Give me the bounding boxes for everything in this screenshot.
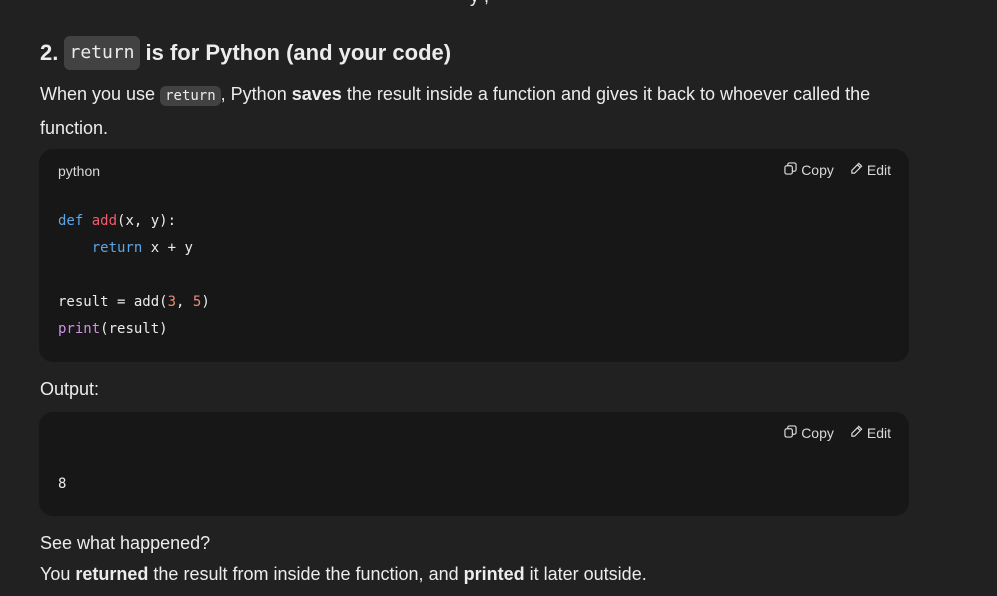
copy-button[interactable]: Copy xyxy=(784,162,834,178)
heading-inline-code: return xyxy=(64,36,140,70)
summary-text-2: the result from inside the function, and xyxy=(153,564,459,584)
intro-text-2: , Python xyxy=(220,84,287,104)
code-text: (result) xyxy=(100,321,168,337)
edit-button[interactable]: Edit xyxy=(850,162,891,178)
intro-bold: saves xyxy=(291,84,342,104)
copy-label: Copy xyxy=(801,162,834,178)
code-text: , xyxy=(176,294,193,310)
code-block-header: Copy Edit xyxy=(39,412,909,456)
heading-number: 2. xyxy=(40,40,59,65)
code-actions: Copy Edit xyxy=(784,162,891,178)
previous-text-fragment: y , xyxy=(470,0,489,7)
code-number: 3 xyxy=(167,294,177,310)
copy-button[interactable]: Copy xyxy=(784,425,834,441)
copy-label: Copy xyxy=(801,425,834,441)
code-text: x + y xyxy=(142,240,193,256)
section-heading: 2. return is for Python (and your code) xyxy=(40,36,451,70)
see-what-paragraph: See what happened? xyxy=(40,533,211,553)
code-text: result = add( xyxy=(58,294,168,310)
summary-paragraph: You returned the result from inside the … xyxy=(40,558,647,590)
code-keyword: return xyxy=(91,240,143,256)
edit-button[interactable]: Edit xyxy=(850,425,891,441)
output-content: 8 xyxy=(58,476,67,492)
intro-text-1: When you use xyxy=(40,84,156,104)
edit-icon xyxy=(850,425,863,441)
summary-text-1: You xyxy=(40,564,71,584)
code-block-output: Copy Edit 8 xyxy=(39,412,909,516)
output-label: Output: xyxy=(40,379,100,399)
code-block-python: python Copy Edit def add(x, y): return x… xyxy=(39,149,909,362)
copy-icon xyxy=(784,425,797,441)
code-content: def add(x, y): return x + y result = add… xyxy=(58,208,210,343)
intro-inline-code: return xyxy=(160,86,221,106)
code-language-label: python xyxy=(58,163,101,179)
intro-paragraph: When you use return, Python saves the re… xyxy=(40,78,910,144)
copy-icon xyxy=(784,162,797,178)
code-text: ) xyxy=(201,294,210,310)
summary-text-3: it later outside. xyxy=(529,564,647,584)
code-actions: Copy Edit xyxy=(784,425,891,441)
edit-icon xyxy=(850,162,863,178)
code-function-name: add xyxy=(91,213,118,229)
code-block-header: python Copy Edit xyxy=(39,149,909,193)
edit-label: Edit xyxy=(866,162,891,178)
code-keyword: def xyxy=(58,213,84,229)
code-builtin: print xyxy=(58,321,101,337)
edit-label: Edit xyxy=(866,425,891,441)
summary-bold-1: returned xyxy=(75,564,149,584)
code-text: (x, y): xyxy=(117,213,177,229)
heading-text: is for Python (and your code) xyxy=(145,40,452,65)
summary-bold-2: printed xyxy=(463,564,525,584)
